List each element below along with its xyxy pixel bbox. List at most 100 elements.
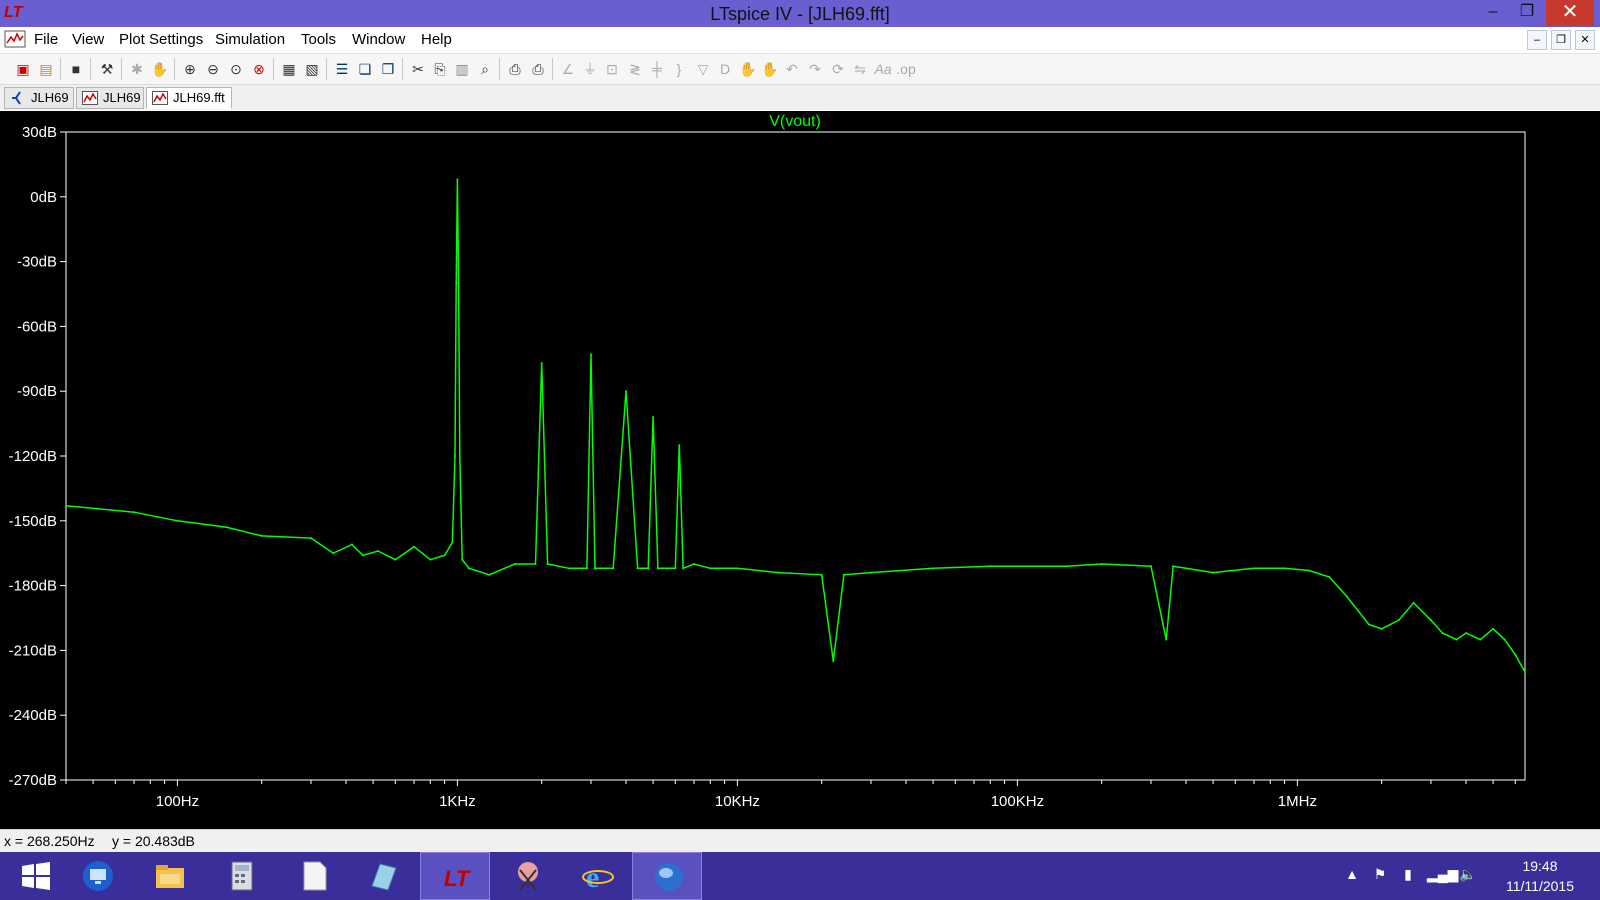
data-point — [225, 526, 228, 529]
menu-window[interactable]: Window — [352, 31, 405, 49]
y-tick-label: -60dB — [17, 318, 57, 335]
taskbar-internet-explorer[interactable]: e — [562, 852, 632, 900]
svg-text:LT: LT — [444, 866, 471, 891]
network-icon[interactable]: ▂▄▆ — [1427, 866, 1458, 883]
text-icon[interactable]: Aa — [873, 59, 893, 79]
x-tick-label: 1KHz — [439, 793, 476, 810]
mdi-close-button[interactable]: ✕ — [1575, 30, 1595, 50]
data-point — [1165, 638, 1168, 641]
tab-schematic[interactable]: JLH69 — [4, 87, 74, 109]
menu-tools[interactable]: Tools — [301, 31, 336, 49]
data-point — [1455, 638, 1458, 641]
zoom-in-icon[interactable]: ⊕ — [180, 59, 200, 79]
notepad-icon — [303, 861, 327, 891]
series-line[interactable] — [65, 179, 1526, 673]
diode-icon[interactable]: ▽ — [693, 59, 713, 79]
tray-arrow-icon[interactable]: ▲ — [1343, 866, 1361, 882]
zoom-out-icon[interactable]: ⊖ — [203, 59, 223, 79]
halt-icon[interactable]: ✋ — [150, 59, 170, 79]
taskbar-remote-desktop[interactable] — [62, 852, 132, 900]
start-button[interactable] — [0, 852, 70, 900]
taskbar-file-explorer[interactable] — [134, 852, 204, 900]
control-panel-icon[interactable]: ⚒ — [97, 59, 117, 79]
taskbar-notepad[interactable] — [278, 852, 348, 900]
move-icon[interactable]: ✋ — [738, 59, 758, 79]
waveform-window-icon[interactable] — [4, 29, 26, 49]
new-schematic-icon[interactable]: ▣ — [13, 59, 33, 79]
cascade-icon[interactable]: ❏ — [355, 59, 375, 79]
waveform-plot-pane[interactable]: V(vout) 30dB 0dB -30dB -60dB -90dB -120dB -150… — [0, 111, 1600, 829]
data-point — [1100, 563, 1103, 565]
data-point — [1464, 632, 1467, 635]
cursor-y-readout: y = 20.483dB — [112, 833, 195, 849]
tile-horizontal-icon[interactable]: ☰ — [332, 59, 352, 79]
close-all-icon[interactable]: ❐ — [378, 59, 398, 79]
menu-help[interactable]: Help — [421, 31, 452, 49]
minimize-button[interactable]: – — [1476, 0, 1510, 26]
flag-icon[interactable]: ⚑ — [1371, 866, 1389, 883]
data-point — [665, 567, 668, 570]
ground-icon[interactable]: ⏚ — [580, 59, 600, 79]
tab-fft[interactable]: JLH69.fft — [146, 87, 232, 109]
drag-icon[interactable]: ✋ — [760, 59, 780, 79]
label-icon[interactable]: ⊡ — [602, 59, 622, 79]
taskbar-calculator[interactable] — [206, 852, 276, 900]
mirror-icon[interactable]: ⇋ — [850, 59, 870, 79]
capacitor-icon[interactable]: ╪ — [647, 59, 667, 79]
trace-group — [65, 178, 1526, 673]
data-point — [932, 567, 935, 570]
wire-icon[interactable]: ∠ — [558, 59, 578, 79]
data-point — [1429, 619, 1432, 622]
taskbar-ltspice[interactable]: LT — [420, 852, 490, 900]
x-tick-label: 10KHz — [715, 793, 760, 810]
taskbar-snipping-tool[interactable] — [492, 852, 562, 900]
copy-icon[interactable]: ⎘ — [430, 59, 450, 79]
data-point — [593, 567, 596, 570]
battery-icon[interactable]: ▮ — [1399, 866, 1417, 883]
taskbar-paint[interactable] — [348, 852, 418, 900]
run-icon[interactable]: ✱ — [127, 59, 147, 79]
rotate-icon[interactable]: ⟳ — [828, 59, 848, 79]
close-button[interactable]: ✕ — [1546, 0, 1594, 26]
cut-icon[interactable]: ✂ — [408, 59, 428, 79]
waveform-icon — [152, 91, 168, 105]
calculator-icon — [231, 861, 253, 891]
zoom-fit-icon[interactable]: ⊙ — [226, 59, 246, 79]
find-icon[interactable]: ⌕ — [475, 59, 495, 79]
menu-plot-settings[interactable]: Plot Settings — [119, 31, 203, 49]
taskbar-clock[interactable]: 19:48 11/11/2015 — [1490, 856, 1590, 896]
mdi-restore-button[interactable]: ❐ — [1551, 30, 1571, 50]
paste-icon[interactable]: ▥ — [452, 59, 472, 79]
tab-waveform[interactable]: JLH69 — [76, 87, 144, 109]
open-icon[interactable]: ▤ — [36, 59, 56, 79]
component-icon[interactable]: D — [715, 59, 735, 79]
data-point — [1397, 619, 1400, 622]
fft-plot[interactable]: V(vout) 30dB 0dB -30dB -60dB -90dB -120dB -150… — [0, 111, 1600, 829]
spice-directive-icon[interactable]: .op — [896, 59, 916, 79]
menu-file[interactable]: File — [34, 31, 58, 49]
resistor-icon[interactable]: ≷ — [625, 59, 645, 79]
autorange-icon[interactable]: ▦ — [279, 59, 299, 79]
taskbar-globe-app[interactable] — [632, 852, 702, 900]
status-bar: x = 268.250Hz y = 20.483dB — [0, 829, 1600, 852]
annotate-icon[interactable]: ▧ — [302, 59, 322, 79]
redo-icon[interactable]: ↷ — [805, 59, 825, 79]
x-axis: 100Hz 1KHz 10KHz 100KHz 1MHz — [65, 780, 1516, 810]
print-icon[interactable]: ⎙ — [528, 59, 548, 79]
data-point — [468, 567, 471, 570]
menu-simulation[interactable]: Simulation — [215, 31, 285, 49]
maximize-button[interactable]: ❐ — [1510, 0, 1544, 26]
undo-icon[interactable]: ↶ — [782, 59, 802, 79]
menu-view[interactable]: View — [72, 31, 104, 49]
volume-icon[interactable]: 🔈 — [1459, 866, 1477, 883]
trace-label-vout[interactable]: V(vout) — [769, 113, 821, 130]
y-tick-label: 30dB — [22, 124, 57, 141]
zoom-cancel-icon[interactable]: ⊗ — [249, 59, 269, 79]
print-setup-icon[interactable]: ⎙ — [505, 59, 525, 79]
save-icon[interactable]: ■ — [66, 59, 86, 79]
paint-icon — [371, 863, 397, 891]
mdi-minimize-button[interactable]: – — [1527, 30, 1547, 50]
y-tick-label: -240dB — [9, 707, 57, 724]
data-point — [1172, 565, 1175, 568]
inductor-icon[interactable]: } — [669, 59, 689, 79]
